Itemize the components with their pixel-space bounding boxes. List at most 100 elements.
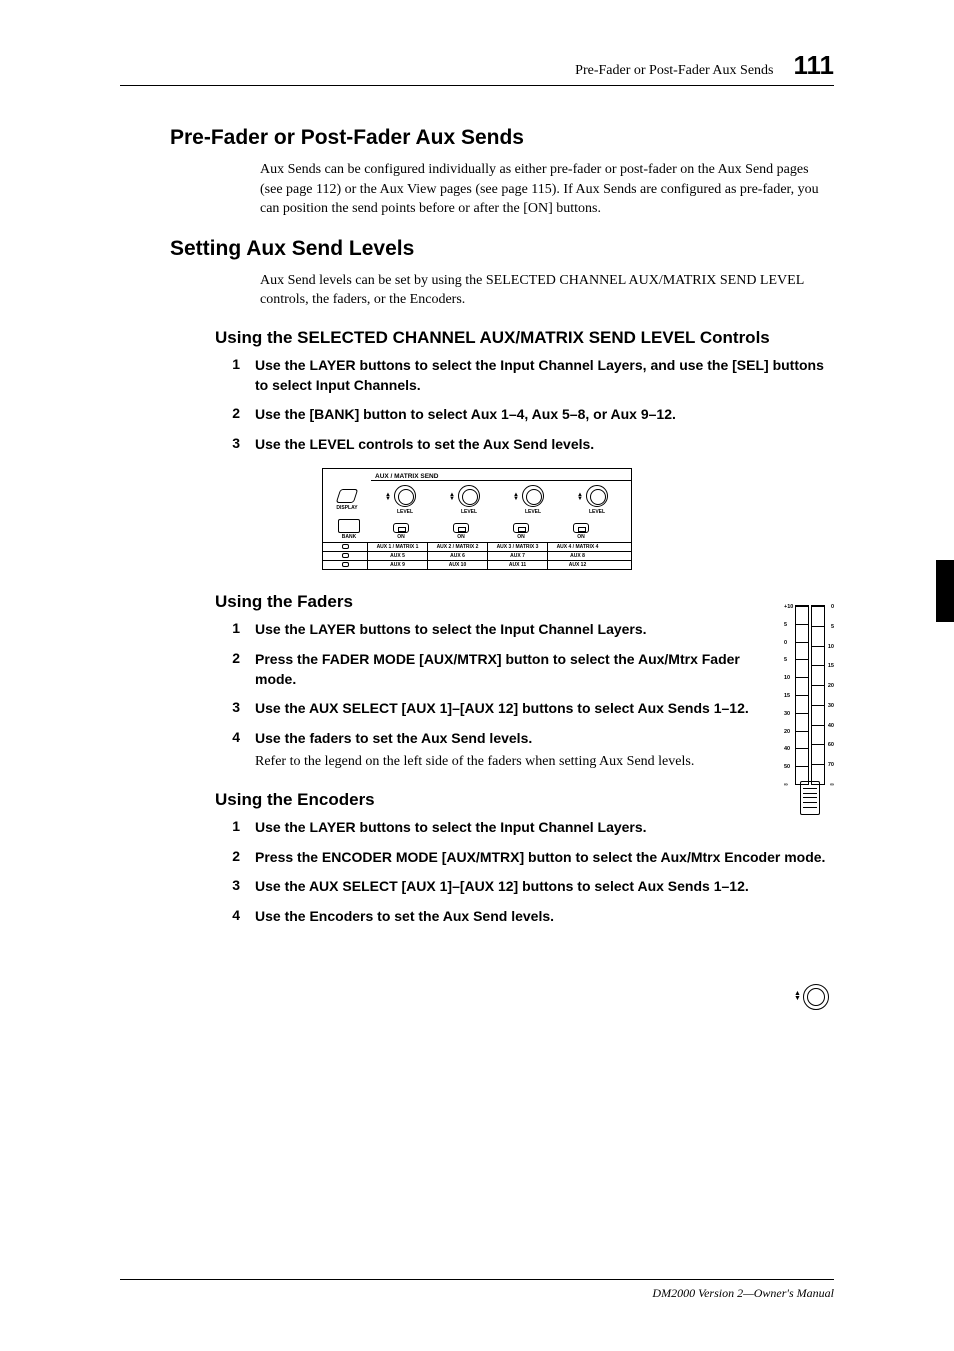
step-number: 2 — [225, 405, 255, 425]
encoder-figure: ▲▼ — [796, 982, 836, 1012]
display-label: DISPLAY — [327, 505, 367, 511]
level-label: LEVEL — [503, 509, 563, 515]
led-icon — [342, 562, 349, 567]
scale-label: 20 — [828, 683, 834, 689]
step-text: Use the faders to set the Aux Send level… — [255, 729, 834, 772]
level-label: LEVEL — [439, 509, 499, 515]
level-knob-icon: ▲▼ — [458, 485, 480, 507]
display-button-icon — [336, 489, 359, 503]
header-title: Pre-Fader or Post-Fader Aux Sends — [575, 63, 773, 79]
scale-label: 20 — [784, 729, 790, 735]
subheading-controls: Using the SELECTED CHANNEL AUX/MATRIX SE… — [215, 328, 834, 348]
steps-faders: 1Use the LAYER buttons to select the Inp… — [225, 620, 834, 772]
scale-label: 5 — [784, 622, 787, 628]
scale-label: 60 — [828, 742, 834, 748]
matrix-cell: AUX 4 / MATRIX 4 — [547, 543, 607, 551]
on-label: ON — [431, 534, 491, 540]
matrix-cell: AUX 3 / MATRIX 3 — [487, 543, 547, 551]
panel-title: AUX / MATRIX SEND — [371, 469, 631, 481]
step-number: 4 — [225, 729, 255, 772]
step-note: Refer to the legend on the left side of … — [255, 752, 764, 772]
step-text: Press the ENCODER MODE [AUX/MTRX] button… — [255, 848, 834, 868]
step-number: 3 — [225, 435, 255, 455]
on-label: ON — [371, 534, 431, 540]
scale-label: 40 — [784, 746, 790, 752]
level-label: LEVEL — [567, 509, 627, 515]
step-main: Use the faders to set the Aux Send level… — [255, 730, 532, 746]
chapter-tab — [936, 560, 954, 622]
subheading-encoders: Using the Encoders — [215, 790, 834, 810]
matrix-cell: AUX 9 — [367, 561, 427, 569]
level-knob-icon: ▲▼ — [586, 485, 608, 507]
step-number: 1 — [225, 818, 255, 838]
scale-label: +10 — [784, 604, 793, 610]
page-number: 111 — [793, 50, 834, 81]
step-text: Use the LAYER buttons to select the Inpu… — [255, 356, 834, 395]
step-number: 3 — [225, 877, 255, 897]
scale-label: 15 — [784, 693, 790, 699]
led-icon — [342, 553, 349, 558]
scale-label: ∞ — [830, 782, 834, 788]
page-header: Pre-Fader or Post-Fader Aux Sends 111 — [120, 50, 834, 86]
section1-body: Aux Sends can be configured individually… — [260, 160, 834, 219]
step-text: Use the Encoders to set the Aux Send lev… — [255, 907, 834, 927]
matrix-cell: AUX 6 — [427, 552, 487, 560]
step-text: Use the LAYER buttons to select the Inpu… — [255, 620, 834, 640]
section2-body: Aux Send levels can be set by using the … — [260, 271, 834, 310]
on-label: ON — [491, 534, 551, 540]
scale-label: 30 — [828, 703, 834, 709]
step-text: Use the LAYER buttons to select the Inpu… — [255, 818, 834, 838]
step-number: 2 — [225, 650, 255, 689]
scale-label: 40 — [828, 723, 834, 729]
subheading-faders: Using the Faders — [215, 592, 834, 612]
steps-controls: 1Use the LAYER buttons to select the Inp… — [225, 356, 834, 454]
bank-button-icon — [338, 519, 360, 533]
matrix-cell: AUX 8 — [547, 552, 607, 560]
matrix-cell: AUX 11 — [487, 561, 547, 569]
on-button-icon — [393, 523, 409, 533]
step-text: Use the [BANK] button to select Aux 1–4,… — [255, 405, 834, 425]
step-number: 1 — [225, 620, 255, 640]
scale-label: 5 — [784, 657, 787, 663]
scale-label: 10 — [784, 675, 790, 681]
step-number: 3 — [225, 699, 255, 719]
matrix-cell: AUX 2 / MATRIX 2 — [427, 543, 487, 551]
scale-label: 10 — [828, 644, 834, 650]
step-text: Use the LEVEL controls to set the Aux Se… — [255, 435, 834, 455]
scale-label: 0 — [784, 640, 787, 646]
fader-scale-figure: +10 5 0 5 10 15 30 20 40 50 ∞ 0 5 10 15 … — [784, 605, 836, 825]
fader-cap-icon — [800, 781, 820, 815]
level-label: LEVEL — [375, 509, 435, 515]
matrix-cell: AUX 10 — [427, 561, 487, 569]
on-label: ON — [551, 534, 611, 540]
aux-matrix-panel-figure: DISPLAY AUX / MATRIX SEND ▲▼ LEVEL ▲▼ LEVE… — [322, 468, 632, 570]
scale-label: 5 — [831, 624, 834, 630]
step-number: 4 — [225, 907, 255, 927]
page-footer: DM2000 Version 2—Owner's Manual — [120, 1279, 834, 1301]
section-heading-setting: Setting Aux Send Levels — [170, 237, 834, 261]
scale-label: ∞ — [784, 782, 788, 788]
step-text: Use the AUX SELECT [AUX 1]–[AUX 12] butt… — [255, 699, 834, 719]
matrix-cell: AUX 12 — [547, 561, 607, 569]
level-knob-icon: ▲▼ — [522, 485, 544, 507]
scale-label: 15 — [828, 663, 834, 669]
scale-label: 50 — [784, 764, 790, 770]
footer-text: DM2000 Version 2—Owner's Manual — [652, 1286, 834, 1300]
matrix-cell: AUX 1 / MATRIX 1 — [367, 543, 427, 551]
bank-label: BANK — [327, 534, 371, 540]
step-number: 2 — [225, 848, 255, 868]
step-text: Press the FADER MODE [AUX/MTRX] button t… — [255, 650, 834, 689]
encoder-knob-icon — [803, 984, 829, 1010]
steps-encoders: 1Use the LAYER buttons to select the Inp… — [225, 818, 834, 926]
step-text: Use the AUX SELECT [AUX 1]–[AUX 12] butt… — [255, 877, 834, 897]
scale-label: 70 — [828, 762, 834, 768]
on-button-icon — [513, 523, 529, 533]
level-knob-icon: ▲▼ — [394, 485, 416, 507]
step-number: 1 — [225, 356, 255, 395]
scale-label: 0 — [831, 604, 834, 610]
matrix-cell: AUX 5 — [367, 552, 427, 560]
on-button-icon — [453, 523, 469, 533]
matrix-cell: AUX 7 — [487, 552, 547, 560]
section-heading-prefader: Pre-Fader or Post-Fader Aux Sends — [170, 126, 834, 150]
led-icon — [342, 544, 349, 549]
